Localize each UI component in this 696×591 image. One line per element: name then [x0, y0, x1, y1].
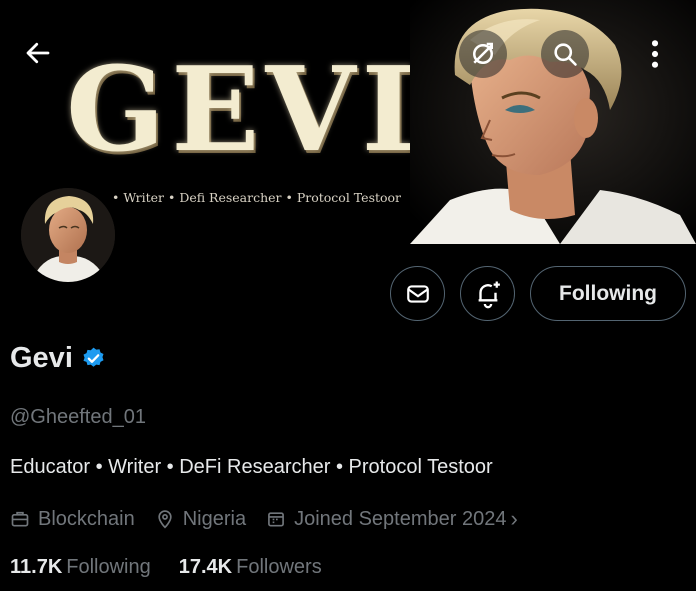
following-stat[interactable]: 11.7K Following: [10, 556, 151, 579]
search-button[interactable]: [541, 30, 589, 78]
more-vertical-icon: [651, 40, 659, 68]
avatar[interactable]: [17, 184, 119, 286]
more-options-button[interactable]: [631, 30, 679, 78]
joined-label: Joined September 2024: [294, 507, 507, 530]
followers-stat[interactable]: 17.4K Followers: [179, 556, 322, 579]
avatar-image: [21, 188, 115, 282]
message-button[interactable]: [390, 266, 445, 321]
following-count: 11.7K: [10, 556, 63, 578]
display-name-row: Gevi: [10, 342, 106, 375]
briefcase-icon: [11, 511, 29, 527]
chevron-right-icon: ›: [510, 506, 518, 531]
notifications-button[interactable]: [460, 266, 515, 321]
category-label[interactable]: Blockchain: [38, 508, 135, 531]
envelope-icon: [406, 284, 429, 303]
followers-stat-label: Followers: [236, 556, 322, 578]
verified-badge-icon[interactable]: [81, 346, 106, 371]
display-name: Gevi: [10, 342, 73, 374]
sync-button[interactable]: [459, 30, 507, 78]
bio: Educator • Writer • DeFi Researcher • Pr…: [10, 456, 493, 478]
follow-stats: 11.7K Following 17.4K Followers: [10, 556, 350, 579]
banner-tagline: • Writer • Defi Researcher • Protocol Te…: [112, 190, 402, 205]
profile-meta: Blockchain Nigeria Joined September 2024…: [10, 506, 538, 532]
location-pin-icon: [158, 510, 172, 529]
following-stat-label: Following: [66, 556, 151, 578]
bell-plus-icon: [478, 281, 500, 308]
calendar-icon: [268, 512, 284, 527]
location-item: Nigeria: [155, 508, 246, 531]
user-handle: @Gheefted_01: [10, 406, 146, 428]
arrow-left-icon: [26, 42, 50, 64]
category-item: Blockchain: [10, 508, 135, 531]
sync-icon: [473, 42, 493, 64]
following-button[interactable]: Following: [530, 266, 686, 321]
followers-count: 17.4K: [178, 556, 233, 578]
joined-item[interactable]: Joined September 2024 ›: [266, 506, 518, 532]
banner-title: GEVI: [66, 42, 422, 178]
back-button[interactable]: [14, 29, 62, 77]
search-icon: [554, 43, 577, 66]
location-label: Nigeria: [182, 507, 247, 530]
